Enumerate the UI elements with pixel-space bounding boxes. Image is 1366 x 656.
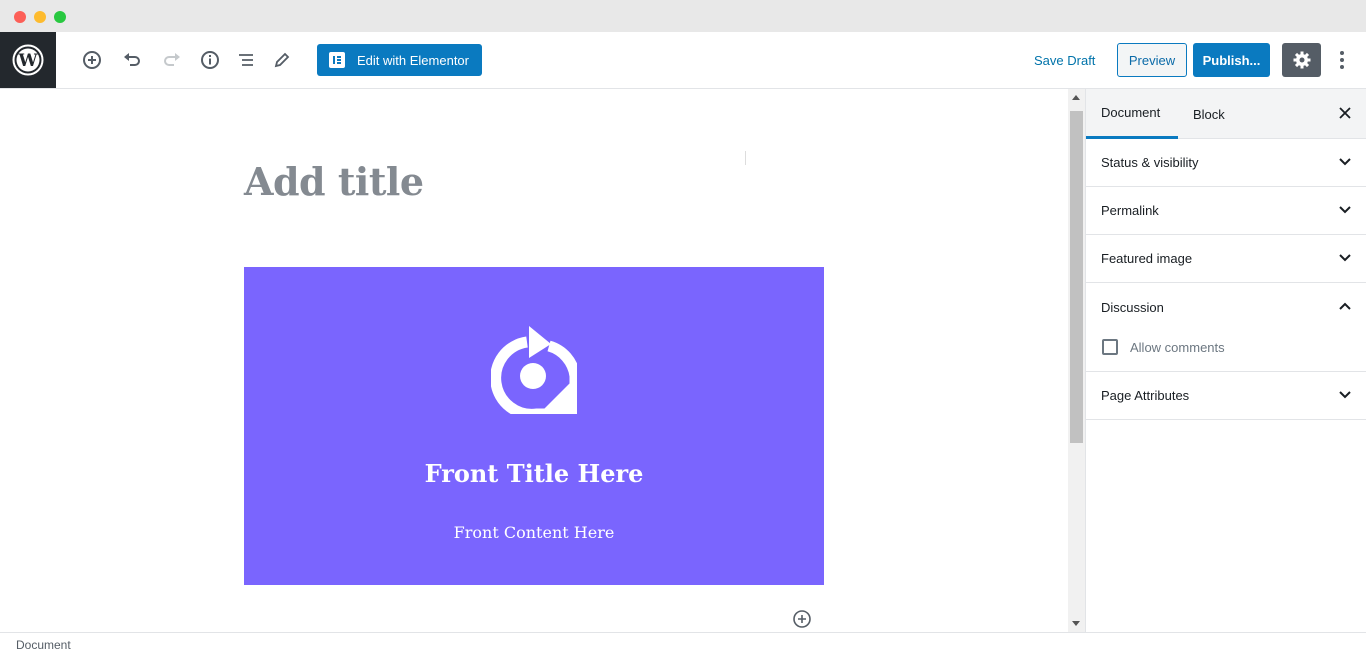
- elementor-icon: [329, 52, 345, 68]
- flip-box-block[interactable]: Front Title Here Front Content Here: [244, 267, 824, 585]
- breadcrumb-document[interactable]: Document: [16, 638, 71, 652]
- editor-scrollbar[interactable]: [1068, 89, 1085, 632]
- flip-box-content: Front Content Here: [453, 523, 615, 542]
- editor-footer: Document: [0, 632, 1366, 656]
- undo-button[interactable]: [120, 48, 144, 72]
- edit-with-elementor-button[interactable]: Edit with Elementor: [317, 44, 482, 76]
- more-options-button[interactable]: [1332, 46, 1352, 74]
- scroll-down-arrow-icon[interactable]: [1072, 621, 1080, 626]
- chevron-down-icon: [1339, 158, 1351, 166]
- browser-window: W Edit with Elementor Save Draft Preview…: [0, 0, 1366, 656]
- panel-label: Discussion: [1101, 299, 1164, 315]
- inline-add-block-button[interactable]: [792, 609, 812, 629]
- panel-label: Page Attributes: [1101, 388, 1190, 403]
- add-block-button[interactable]: [80, 48, 104, 72]
- editor-canvas: Add title Front Title Here Front Content…: [0, 89, 1068, 632]
- text-cursor: [745, 151, 748, 165]
- post-title-input[interactable]: Add title: [244, 159, 424, 204]
- panel-page-attributes[interactable]: Page Attributes: [1086, 372, 1366, 420]
- add-block-icon: [83, 51, 101, 69]
- chevron-down-icon: [1339, 391, 1351, 399]
- sidebar-tabs: Document Block: [1086, 89, 1366, 139]
- panel-label: Featured image: [1101, 251, 1193, 266]
- edit-with-elementor-label: Edit with Elementor: [357, 52, 469, 68]
- block-navigation-button[interactable]: [234, 48, 258, 72]
- scroll-up-arrow-icon[interactable]: [1072, 95, 1080, 100]
- close-sidebar-icon[interactable]: [1338, 106, 1352, 120]
- panel-status-visibility[interactable]: Status & visibility: [1086, 139, 1366, 187]
- scrollbar-thumb[interactable]: [1070, 111, 1083, 443]
- panel-featured-image[interactable]: Featured image: [1086, 235, 1366, 283]
- save-draft-button[interactable]: Save Draft: [1034, 53, 1095, 68]
- block-navigation-icon: [239, 54, 253, 66]
- preview-button[interactable]: Preview: [1117, 43, 1187, 77]
- panel-label: Status & visibility: [1101, 155, 1199, 170]
- content-info-button[interactable]: [198, 48, 222, 72]
- chevron-down-icon: [1339, 206, 1351, 214]
- redo-button[interactable]: [160, 48, 184, 72]
- undo-icon: [124, 53, 140, 66]
- publish-button[interactable]: Publish...: [1193, 43, 1270, 77]
- panel-permalink[interactable]: Permalink: [1086, 187, 1366, 235]
- chevron-down-icon: [1339, 254, 1351, 262]
- window-close-button[interactable]: [14, 11, 26, 23]
- rotate-pin-icon: [491, 326, 577, 414]
- tools-edit-button[interactable]: [270, 48, 294, 72]
- editor-toolbar: W Edit with Elementor Save Draft Preview…: [0, 32, 1366, 89]
- panel-discussion[interactable]: Discussion: [1086, 283, 1366, 331]
- chevron-up-icon: [1339, 302, 1351, 310]
- tab-block[interactable]: Block: [1193, 89, 1225, 139]
- more-vertical-icon: [1340, 51, 1344, 55]
- allow-comments-label[interactable]: Allow comments: [1130, 340, 1225, 355]
- settings-sidebar: Document Block Status & visibility Perma…: [1085, 89, 1366, 632]
- discussion-panel-body: Allow comments: [1086, 331, 1366, 372]
- window-titlebar: [0, 0, 1366, 32]
- panel-label: Permalink: [1101, 203, 1159, 218]
- tab-document[interactable]: Document: [1086, 89, 1178, 139]
- allow-comments-checkbox[interactable]: [1102, 339, 1118, 355]
- window-minimize-button[interactable]: [34, 11, 46, 23]
- edit-pencil-icon: [274, 52, 290, 68]
- gear-icon: [1293, 51, 1310, 69]
- add-block-icon: [793, 610, 811, 628]
- flip-box-title: Front Title Here: [424, 459, 644, 488]
- wordpress-logo-button[interactable]: W: [0, 32, 56, 88]
- svg-text:W: W: [17, 51, 38, 71]
- window-maximize-button[interactable]: [54, 11, 66, 23]
- info-icon: [201, 51, 219, 69]
- wordpress-icon: W: [12, 44, 44, 76]
- redo-icon: [164, 53, 180, 66]
- settings-button[interactable]: [1282, 43, 1321, 77]
